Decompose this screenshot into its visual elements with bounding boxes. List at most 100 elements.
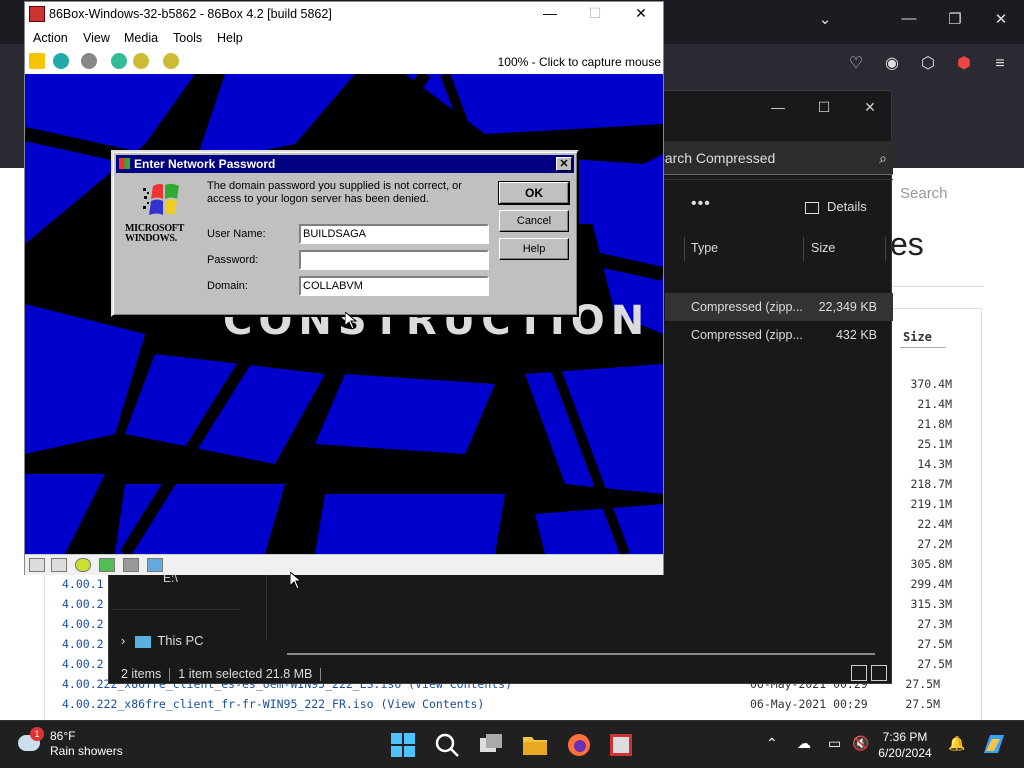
hard-disk-icon[interactable] [99, 558, 115, 572]
explorer-maximize-icon[interactable]: ☐ [809, 99, 839, 116]
menu-media[interactable]: Media [124, 31, 158, 45]
nav-pane-divider[interactable] [266, 571, 267, 641]
network-icon[interactable] [123, 558, 139, 572]
start-button[interactable] [389, 731, 417, 759]
capture-mouse-hint[interactable]: 100% - Click to capture mouse [498, 55, 661, 69]
display-icon[interactable]: ▭ [828, 735, 841, 752]
username-field[interactable]: BUILDSAGA [299, 224, 489, 244]
cdrom-icon[interactable] [75, 558, 91, 572]
copilot-icon[interactable] [980, 731, 1008, 759]
tray-overflow-chevron-icon[interactable]: ⌃ [766, 735, 778, 752]
column-separator[interactable] [803, 237, 804, 261]
tiles-view-button[interactable] [871, 665, 887, 681]
notification-bell-icon[interactable]: 🔔 [948, 735, 965, 752]
file-link[interactable]: 4.00.2 [62, 616, 112, 636]
sound-icon[interactable] [147, 558, 163, 572]
task-view-icon[interactable] [477, 731, 505, 759]
ctrl-alt-del-icon[interactable] [111, 53, 127, 69]
ublock-icon[interactable]: ⬢ [953, 53, 975, 75]
archive-logo-icon[interactable]: 🏛 [6, 178, 36, 208]
vm-mouse-cursor-icon [345, 312, 357, 330]
file-link[interactable]: 4.00.2 [62, 596, 112, 616]
file-explorer-icon[interactable] [521, 731, 549, 759]
file-size[interactable]: 432 KB [809, 328, 877, 342]
hamburger-menu-icon[interactable]: ≡ [989, 53, 1011, 75]
reset-icon[interactable] [53, 53, 69, 69]
column-separator[interactable] [885, 237, 886, 261]
ok-button[interactable]: OK [498, 181, 570, 205]
size-cell: 25.1M [917, 437, 952, 451]
dialog-title: Enter Network Password [134, 157, 276, 171]
vm-close-icon[interactable]: ✕ [619, 5, 663, 22]
menu-action[interactable]: Action [33, 31, 68, 45]
view-toggle [847, 665, 887, 686]
file-link[interactable]: 4.00.2 [62, 636, 112, 656]
size-column-header[interactable]: Size [811, 241, 835, 255]
search-icon[interactable] [433, 731, 461, 759]
pause-icon[interactable] [29, 53, 45, 69]
horizontal-scrollbar[interactable] [287, 653, 875, 655]
details-pane-button[interactable]: Details [805, 199, 867, 214]
tab-list-chevron-icon[interactable]: ⌄ [810, 10, 840, 28]
menu-help[interactable]: Help [217, 31, 243, 45]
size-cell: 27.2M [917, 537, 952, 551]
account-icon[interactable]: ◉ [881, 53, 903, 75]
details-pane-icon [805, 201, 819, 214]
file-link[interactable]: 4.00.222_x86fre_client_fr-fr-WIN95_222_F… [62, 697, 484, 711]
firefox-icon[interactable] [565, 731, 593, 759]
86box-app-icon[interactable] [29, 6, 45, 22]
dialog-close-button[interactable]: ✕ [556, 157, 572, 171]
cancel-button[interactable]: Cancel [499, 210, 569, 232]
restore-icon[interactable]: ❐ [940, 10, 970, 28]
size-cell: 299.4M [910, 577, 952, 591]
vm-display[interactable]: CONSTRUCTION Enter Network Password ✕ MI… [25, 74, 663, 554]
details-label: Details [827, 199, 867, 214]
size-header-underline [900, 347, 946, 348]
file-link[interactable]: 4.00.2 [62, 656, 112, 676]
dialog-title-bar[interactable]: Enter Network Password ✕ [116, 155, 574, 173]
menu-view[interactable]: View [83, 31, 110, 45]
password-field[interactable] [299, 250, 489, 270]
size-column-header[interactable]: Size [903, 330, 932, 344]
chevron-right-icon[interactable]: › [121, 633, 125, 648]
86box-title-bar[interactable]: 86Box-Windows-32-b5862 - 86Box 4.2 [buil… [25, 2, 663, 28]
details-view-button[interactable] [851, 665, 867, 681]
floppy-drive-icon[interactable] [29, 558, 45, 572]
more-options-button[interactable]: ••• [691, 195, 711, 213]
pocket-icon[interactable]: ♡ [845, 53, 867, 75]
ctrl-alt-esc-icon[interactable] [133, 53, 149, 69]
onedrive-icon[interactable]: ☁ [797, 735, 811, 752]
selection-info: 1 item selected 21.8 MB [178, 667, 313, 681]
vm-minimize-icon[interactable]: — [528, 5, 572, 21]
close-icon[interactable]: ✕ [986, 10, 1016, 28]
help-button[interactable]: Help [499, 238, 569, 260]
domain-field[interactable]: COLLABVM [299, 276, 489, 296]
file-link[interactable]: 4.00.1 [62, 576, 112, 596]
explorer-status-bar: 2 items 1 item selected 21.8 MB [121, 667, 329, 682]
nav-this-pc[interactable]: › This PC [121, 633, 204, 648]
power-icon[interactable] [81, 53, 97, 69]
file-type[interactable]: Compressed (zipp... [691, 328, 803, 342]
settings-icon[interactable] [163, 53, 179, 69]
type-column-header[interactable]: Type [691, 241, 718, 255]
minimize-icon[interactable]: — [894, 10, 924, 27]
extensions-icon[interactable]: ⬡ [917, 53, 939, 75]
volume-muted-icon[interactable]: 🔇 [852, 735, 869, 752]
floppy-drive-2-icon[interactable] [51, 558, 67, 572]
explorer-minimize-icon[interactable]: — [763, 99, 793, 115]
column-separator[interactable] [684, 237, 685, 261]
site-search-input[interactable]: Search [890, 180, 1002, 208]
86box-window: 86Box-Windows-32-b5862 - 86Box 4.2 [buil… [24, 1, 664, 575]
explorer-search-input[interactable]: earch Compressed ⌕ [649, 141, 893, 175]
menu-tools[interactable]: Tools [173, 31, 202, 45]
86box-status-bar [25, 554, 663, 575]
explorer-close-icon[interactable]: ✕ [855, 99, 885, 116]
title-divider [890, 286, 984, 287]
file-size[interactable]: 22,349 KB [809, 300, 877, 314]
file-type[interactable]: Compressed (zipp... [691, 300, 803, 314]
clock[interactable]: 7:36 PM 6/20/2024 [872, 729, 938, 761]
size-cell: 219.1M [910, 497, 952, 511]
86box-taskbar-icon[interactable] [607, 731, 635, 759]
network-password-dialog: Enter Network Password ✕ MICROSOFT WINDO… [111, 150, 579, 317]
windows-logo-icon [143, 183, 179, 215]
